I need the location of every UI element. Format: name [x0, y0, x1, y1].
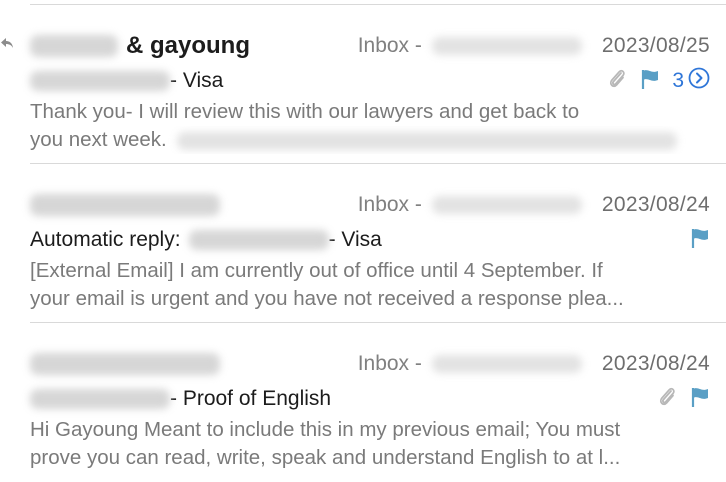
redacted-mailbox — [431, 37, 582, 55]
status-icons — [690, 227, 710, 254]
message-date: 2023/08/24 — [601, 352, 710, 375]
mailbox-prefix: Inbox - — [357, 34, 422, 57]
message-date: 2023/08/24 — [601, 193, 710, 216]
redacted-mailbox — [431, 355, 582, 373]
redacted-subject — [188, 230, 329, 250]
mailbox-label: Inbox - — [358, 352, 582, 376]
preview-line-1: [External Email] I am currently out of o… — [30, 259, 603, 282]
message-preview: Hi Gayoung Meant to include this in my p… — [30, 416, 710, 472]
message-date: 2023/08/25 — [601, 34, 710, 57]
message-row[interactable]: Inbox - 2023/08/24 - Proof of English Hi… — [0, 324, 726, 482]
chevron-right-circle-icon — [688, 67, 710, 95]
mailbox-label: Inbox - — [358, 193, 582, 217]
flag-icon[interactable] — [690, 227, 710, 254]
reply-icon — [0, 36, 14, 55]
redacted-subject — [30, 389, 170, 409]
thread-count-button[interactable]: 3 — [672, 67, 710, 95]
message-separator — [30, 163, 726, 164]
message-subject: - Visa — [328, 228, 382, 251]
message-row[interactable]: & gayoung Inbox - 2023/08/25 - Visa 3 Th… — [0, 6, 726, 164]
message-subject: - Proof of English — [170, 387, 332, 410]
mailbox-label: Inbox - — [358, 34, 582, 58]
sender-name: & gayoung — [126, 32, 250, 59]
thread-count: 3 — [672, 69, 684, 92]
status-icons — [656, 385, 710, 414]
mailbox-prefix: Inbox - — [357, 352, 422, 375]
preview-line-1: Thank you- I will review this with our l… — [30, 100, 580, 123]
redacted-sender — [30, 35, 118, 57]
paperclip-icon — [606, 67, 628, 96]
redacted-sender — [30, 194, 220, 216]
redacted-subject — [30, 71, 170, 91]
preview-line-1: Hi Gayoung Meant to include this in my p… — [30, 418, 621, 441]
message-preview: [External Email] I am currently out of o… — [30, 257, 710, 313]
message-subject: - Visa — [170, 69, 224, 92]
message-separator — [30, 322, 726, 323]
redacted-mailbox — [431, 196, 582, 214]
flag-icon[interactable] — [690, 386, 710, 413]
message-row[interactable]: Inbox - 2023/08/24 Automatic reply: - Vi… — [0, 165, 726, 323]
top-divider — [30, 4, 726, 5]
preview-line-2: prove you can read, write, speak and und… — [30, 446, 621, 469]
preview-line-2-text: you next week. — [30, 128, 167, 151]
paperclip-icon — [656, 385, 678, 414]
mailbox-prefix: Inbox - — [357, 193, 422, 216]
preview-line-2: you next week. — [30, 126, 710, 154]
subject-prefix: Automatic reply: — [30, 228, 181, 251]
status-icons: 3 — [606, 67, 710, 96]
redacted-preview — [176, 131, 677, 150]
message-preview: Thank you- I will review this with our l… — [30, 98, 710, 154]
flag-icon[interactable] — [640, 68, 660, 95]
redacted-sender — [30, 353, 220, 375]
preview-line-2: your email is urgent and you have not re… — [30, 287, 624, 310]
